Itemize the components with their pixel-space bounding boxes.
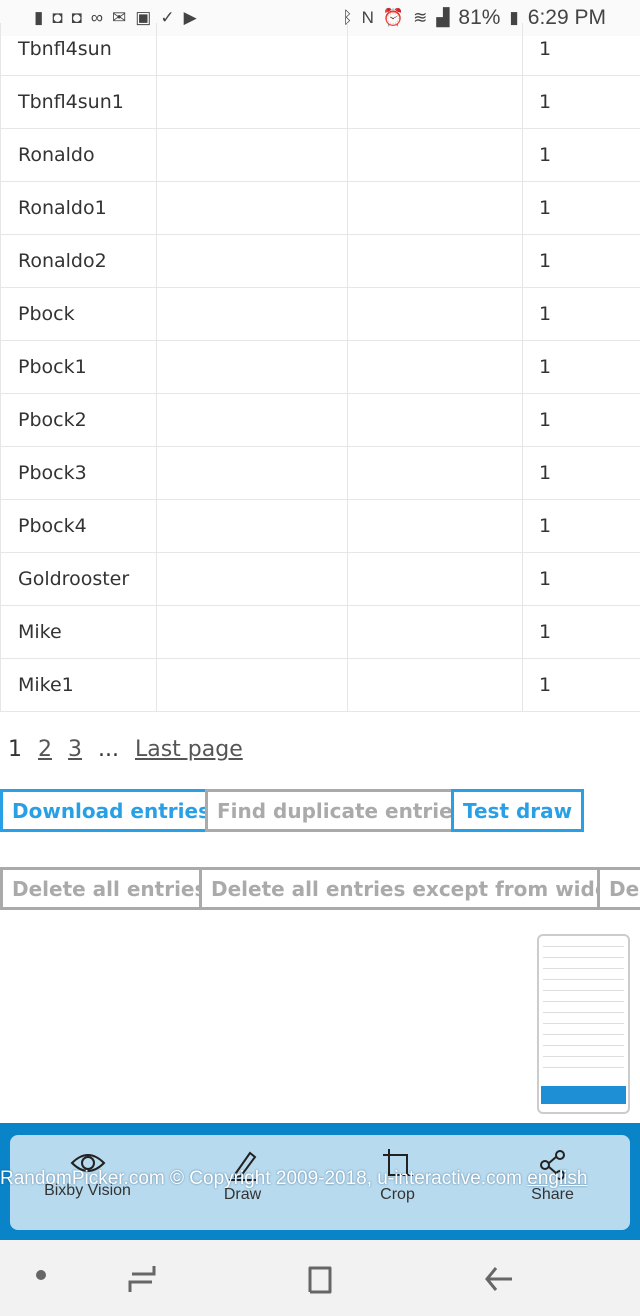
entry-count: 1 (539, 250, 552, 272)
last-page-link[interactable]: Last page (135, 737, 243, 762)
entries-table: Tbnfl4sun 1 Tbnfl4sun1 1 Ronaldo 1 Ronaldo1 1 Ro… (0, 23, 640, 712)
table-row: Tbnfl4sun 1 (0, 23, 640, 76)
empty-cell (348, 23, 523, 75)
home-button[interactable] (306, 1264, 334, 1298)
page-link-3[interactable]: 3 (68, 737, 82, 762)
page-current: 1 (8, 737, 22, 762)
empty-cell (348, 288, 523, 340)
empty-cell (348, 553, 523, 605)
page-ellipsis: ... (98, 737, 119, 762)
entry-name: Pbock1 (0, 341, 157, 393)
entry-count: 1 (539, 356, 552, 378)
entry-name: Mike (0, 606, 157, 658)
copyright-text: RandomPicker.com © Copyright 2009-2018, … (0, 1168, 522, 1189)
table-row: Pbock 1 (0, 288, 640, 341)
empty-cell (348, 500, 523, 552)
entry-count: 1 (539, 568, 552, 590)
entry-name: Ronaldo2 (0, 235, 157, 287)
empty-cell (348, 394, 523, 446)
empty-cell (157, 288, 348, 340)
entry-name: Pbock2 (0, 394, 157, 446)
test-draw-button[interactable]: Test draw (451, 789, 585, 832)
table-row: Ronaldo2 1 (0, 235, 640, 288)
entry-name: Tbnfl4sun1 (0, 76, 157, 128)
delete-except-widget-button[interactable]: Delete all entries except from widget (199, 867, 640, 910)
entry-name: Pbock (0, 288, 157, 340)
entry-count: 1 (539, 515, 552, 537)
entry-name: Ronaldo (0, 129, 157, 181)
empty-cell (348, 129, 523, 181)
table-row: Mike 1 (0, 606, 640, 659)
entry-name: Ronaldo1 (0, 182, 157, 234)
table-row: Ronaldo1 1 (0, 182, 640, 235)
empty-cell (348, 235, 523, 287)
entry-count: 1 (539, 303, 552, 325)
empty-cell (157, 394, 348, 446)
entry-count: 1 (539, 197, 552, 219)
empty-cell (157, 23, 348, 75)
delete-all-button[interactable]: Delete all entries (0, 867, 219, 910)
empty-cell (157, 341, 348, 393)
page-link-2[interactable]: 2 (38, 737, 52, 762)
empty-cell (348, 659, 523, 711)
delete-button-cut[interactable]: Del (597, 867, 640, 910)
language-link[interactable]: english (527, 1168, 587, 1189)
entry-count: 1 (539, 38, 552, 60)
navigation-bar (0, 1240, 640, 1316)
entry-count: 1 (539, 621, 552, 643)
empty-cell (348, 76, 523, 128)
empty-cell (157, 235, 348, 287)
entry-count: 1 (539, 409, 552, 431)
dot-icon[interactable] (36, 1270, 46, 1280)
table-row: Ronaldo 1 (0, 129, 640, 182)
download-entries-button[interactable]: Download entries (0, 789, 222, 832)
entry-name: Pbock4 (0, 500, 157, 552)
empty-cell (348, 341, 523, 393)
table-row: Pbock2 1 (0, 394, 640, 447)
empty-cell (157, 447, 348, 499)
footer-text: RandomPicker.com © Copyright 2009-2018, … (0, 1168, 587, 1190)
table-row: Goldrooster 1 (0, 553, 640, 606)
entry-count: 1 (539, 674, 552, 696)
entry-name: Mike1 (0, 659, 157, 711)
back-button[interactable] (484, 1264, 514, 1298)
table-row: Tbnfl4sun1 1 (0, 76, 640, 129)
recent-apps-button[interactable] (128, 1264, 156, 1298)
find-duplicates-button[interactable]: Find duplicate entries (205, 789, 477, 832)
empty-cell (157, 606, 348, 658)
empty-cell (348, 182, 523, 234)
entry-count: 1 (539, 462, 552, 484)
table-row: Mike1 1 (0, 659, 640, 712)
empty-cell (157, 76, 348, 128)
empty-cell (157, 659, 348, 711)
table-row: Pbock4 1 (0, 500, 640, 553)
pagination: 1 2 3 ... Last page (8, 737, 243, 762)
entry-name: Goldrooster (0, 553, 157, 605)
table-row: Pbock1 1 (0, 341, 640, 394)
table-row: Pbock3 1 (0, 447, 640, 500)
empty-cell (348, 606, 523, 658)
empty-cell (157, 500, 348, 552)
entry-count: 1 (539, 144, 552, 166)
entry-name: Tbnfl4sun (0, 23, 157, 75)
screenshot-thumbnail[interactable] (537, 934, 630, 1114)
empty-cell (157, 182, 348, 234)
entry-name: Pbock3 (0, 447, 157, 499)
empty-cell (157, 553, 348, 605)
empty-cell (157, 129, 348, 181)
entry-count: 1 (539, 91, 552, 113)
empty-cell (348, 447, 523, 499)
